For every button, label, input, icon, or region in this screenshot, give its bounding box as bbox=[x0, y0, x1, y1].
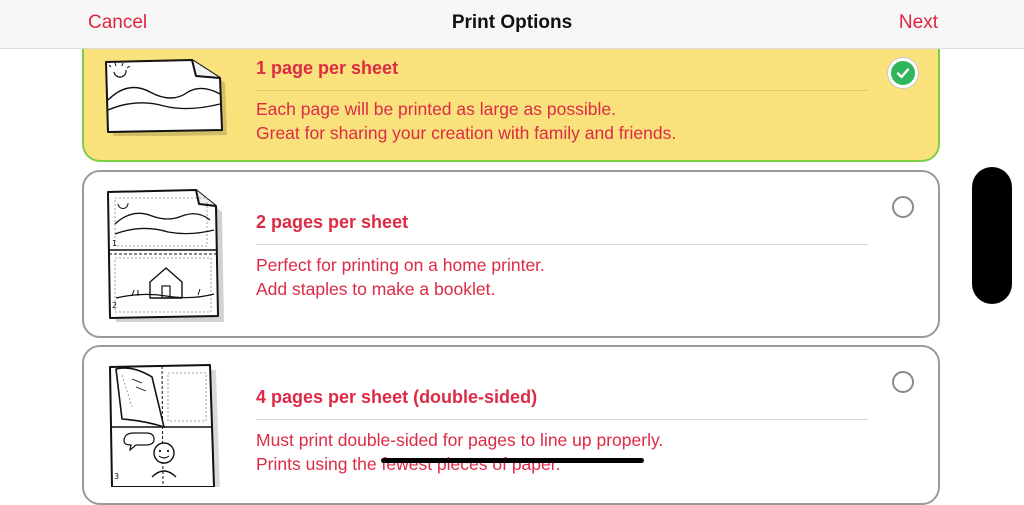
four-pages-thumbnail-icon: 3 bbox=[109, 364, 220, 487]
two-pages-thumbnail-icon: 1 2 bbox=[107, 189, 224, 322]
option-card-4-pages[interactable]: 3 4 pages per sheet (double-sided) Must … bbox=[82, 345, 940, 505]
radio-empty-icon[interactable] bbox=[892, 196, 914, 218]
divider bbox=[256, 244, 868, 245]
navigation-bar: Cancel Print Options Next bbox=[0, 0, 1024, 49]
single-page-thumbnail-icon bbox=[105, 59, 227, 136]
page-title: Print Options bbox=[451, 12, 573, 33]
option-description: Must print double-sided for pages to lin… bbox=[256, 428, 663, 476]
option-title: 4 pages per sheet (double-sided) bbox=[256, 387, 538, 407]
thumbnail-page-number: 2 bbox=[112, 301, 117, 310]
scrollbar-thumb[interactable] bbox=[972, 167, 1012, 304]
checkmark-circle-icon[interactable] bbox=[888, 58, 918, 88]
divider bbox=[256, 90, 868, 91]
divider bbox=[256, 419, 868, 420]
option-description-line: Add staples to make a booklet. bbox=[256, 279, 496, 299]
option-description-line: Must print double-sided for pages to lin… bbox=[256, 430, 664, 450]
option-description: Perfect for printing on a home printer. … bbox=[256, 253, 545, 301]
option-description-line: Each page will be printed as large as po… bbox=[256, 99, 616, 119]
option-title: 2 pages per sheet bbox=[256, 212, 409, 232]
thumbnail-page-number: 3 bbox=[114, 472, 119, 481]
option-description: Each page will be printed as large as po… bbox=[256, 97, 676, 145]
option-description-line: Great for sharing your creation with fam… bbox=[256, 123, 677, 143]
option-title: 1 page per sheet bbox=[256, 58, 399, 78]
thumbnail-page-number: 1 bbox=[112, 239, 117, 248]
option-description-line: Prints using the fewest pieces of paper. bbox=[256, 454, 561, 474]
option-description-line: Perfect for printing on a home printer. bbox=[256, 255, 545, 275]
radio-empty-icon[interactable] bbox=[892, 371, 914, 393]
option-card-1-page[interactable]: 1 page per sheet Each page will be print… bbox=[82, 40, 940, 162]
next-button[interactable]: Next bbox=[899, 12, 938, 34]
home-indicator[interactable] bbox=[381, 458, 644, 463]
option-card-2-pages[interactable]: 1 2 2 pages per sheet Perfect for printi… bbox=[82, 170, 940, 338]
